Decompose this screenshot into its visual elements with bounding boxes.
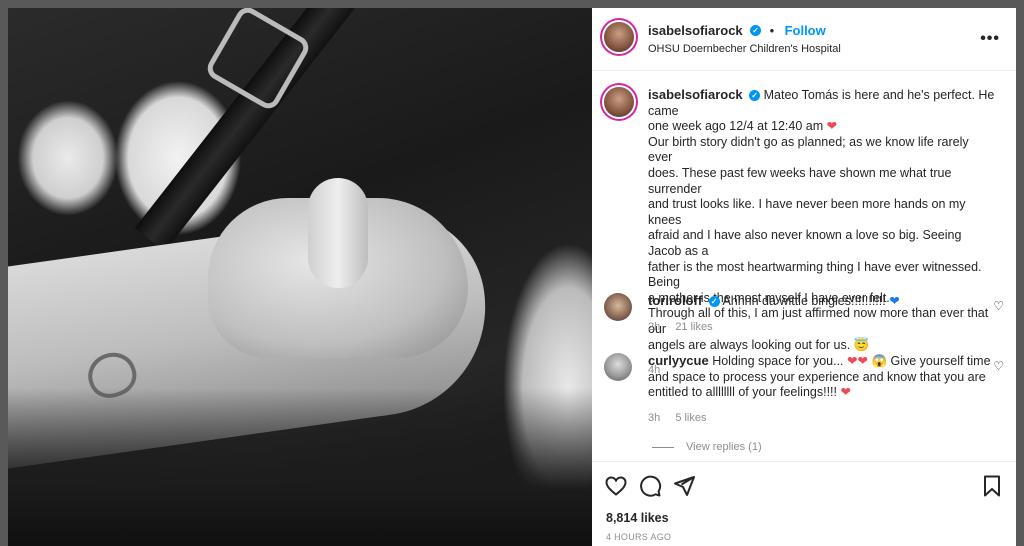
comment-item: curlyycue Holding space for you... ❤❤ 😱 … [604, 353, 996, 433]
more-options-icon[interactable]: ••• [980, 30, 1000, 48]
replies-divider [652, 446, 674, 448]
photo-sleeve [8, 388, 592, 546]
commenter-avatar[interactable] [604, 293, 632, 321]
comment-likes[interactable]: 5 likes [675, 412, 706, 424]
caption-line: does. These past few weeks have shown me… [648, 165, 952, 196]
comment-username[interactable]: toriroloff [648, 293, 702, 308]
caption-avatar[interactable] [604, 87, 634, 117]
author-info: isabelsofiarock ✓ • Follow OHSU Doernbec… [648, 22, 841, 55]
comment-meta: 3h 5 likes [648, 411, 996, 427]
author-avatar[interactable] [604, 22, 634, 52]
share-send-icon[interactable] [672, 474, 696, 498]
comment-like-heart-icon[interactable]: ♡ [993, 359, 1004, 373]
comment-bubble-icon[interactable] [638, 474, 662, 498]
like-count[interactable]: 8,814 likes [606, 511, 669, 525]
follow-button[interactable]: Follow [785, 23, 826, 38]
comment-text: toriroloff ✓ Ahhhh da wittle bingies!!!!… [648, 293, 996, 335]
comment-item: toriroloff ✓ Ahhhh da wittle bingies!!!!… [604, 293, 996, 343]
view-replies-label: View replies (1) [686, 441, 762, 453]
like-heart-icon[interactable] [604, 474, 628, 498]
post-photo[interactable] [8, 8, 592, 546]
commenter-avatar[interactable] [604, 353, 632, 381]
comment-time: 3h [648, 411, 661, 424]
location-link[interactable]: OHSU Doernbecher Children's Hospital [648, 43, 841, 55]
comment-meta: 2h 21 likes [648, 320, 996, 336]
separator-dot: • [769, 23, 775, 38]
comment-like-heart-icon[interactable]: ♡ [993, 299, 1004, 313]
comment-body: Give yourself time [890, 354, 991, 368]
view-replies-button[interactable]: View replies (1) [652, 441, 762, 453]
comment-text: curlyycue Holding space for you... ❤❤ 😱 … [648, 353, 996, 426]
page-scrollbar[interactable] [1016, 8, 1024, 546]
caption-line: one week ago 12/4 at 12:40 am [648, 119, 824, 134]
caption-line: afraid and I have also never known a lov… [648, 228, 962, 258]
post-timestamp[interactable]: 4 HOURS AGO [606, 532, 671, 542]
red-heart-icon: ❤ [826, 119, 838, 134]
blue-heart-icon: ❤ [889, 294, 900, 308]
comment-username[interactable]: curlyycue [648, 353, 709, 368]
post-header: isabelsofiarock ✓ • Follow OHSU Doernbec… [592, 8, 1016, 71]
caption: isabelsofiarock ✓ Mateo Tomás is here an… [604, 87, 996, 376]
photo-baby-finger [308, 178, 368, 288]
red-heart-icon: ❤ [840, 385, 851, 400]
comments-scroll-area[interactable]: isabelsofiarock ✓ Mateo Tomás is here an… [592, 71, 1016, 461]
post-side-panel: isabelsofiarock ✓ • Follow OHSU Doernbec… [592, 8, 1016, 546]
verified-badge-icon: ✓ [708, 296, 720, 308]
red-heart-icon: ❤❤ [847, 354, 868, 368]
caption-line: and trust looks like. I have never been … [648, 197, 966, 227]
comment-body: entitled to allllllll of your feelings!!… [648, 385, 837, 400]
comment-time: 2h [648, 320, 661, 333]
verified-badge-icon: ✓ [750, 25, 762, 37]
caption-line: father is the most heartwarming thing I … [648, 259, 982, 290]
verified-badge-icon: ✓ [749, 90, 761, 102]
face-emoji-icon: 😱 [871, 354, 888, 368]
comment-body: Holding space for you... [712, 354, 844, 368]
caption-username[interactable]: isabelsofiarock [648, 87, 743, 102]
bookmark-icon[interactable] [980, 474, 1004, 498]
post-actions: 8,814 likes 4 HOURS AGO [592, 461, 1016, 546]
comment-body: and space to process your experience and… [648, 369, 986, 384]
caption-line: Our birth story didn't go as planned; as… [648, 134, 969, 165]
comment-body: Ahhhh da wittle bingies!!!!!!!!!! [722, 294, 886, 308]
author-username[interactable]: isabelsofiarock [648, 23, 743, 38]
comment-likes[interactable]: 21 likes [675, 321, 712, 333]
